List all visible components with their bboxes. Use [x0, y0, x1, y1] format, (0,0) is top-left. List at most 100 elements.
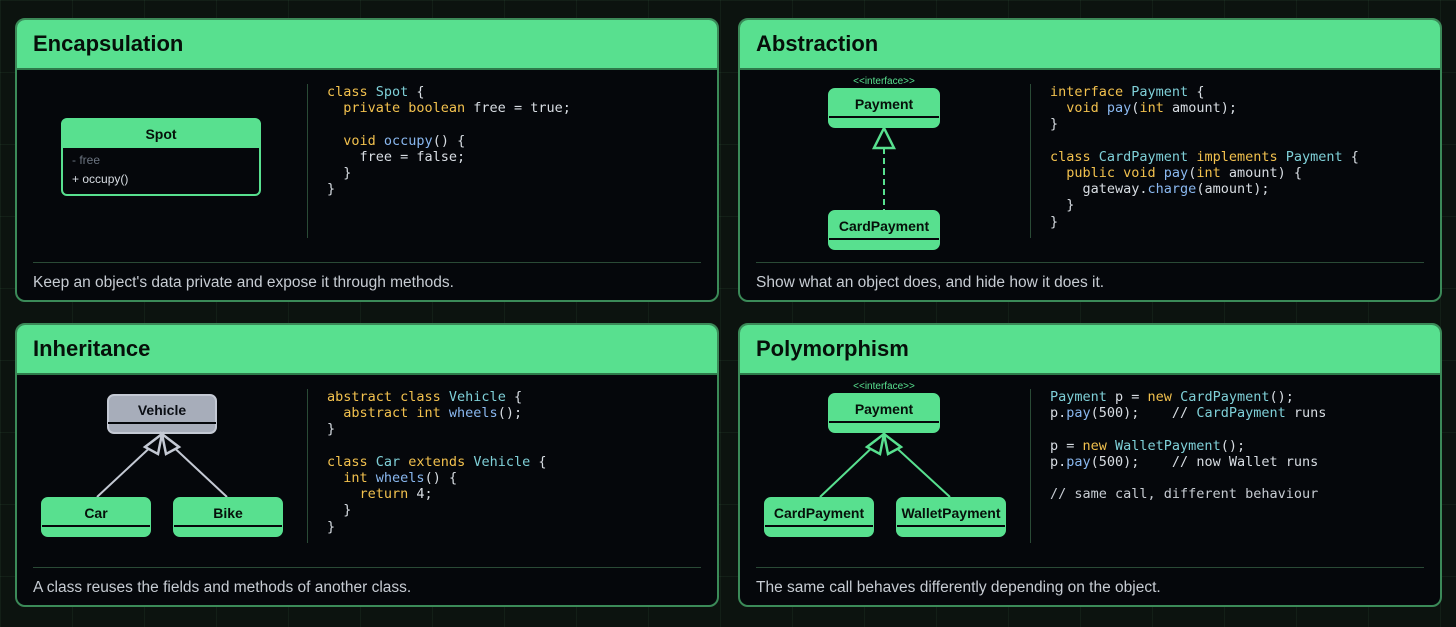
polymorphism-card: Polymorphism <<interface>> Payment CardP…	[738, 323, 1442, 607]
code-line: // same call, different behaviour	[1050, 486, 1326, 502]
code-token: Vehicle	[473, 453, 531, 470]
card-description: The same call behaves differently depend…	[756, 579, 1161, 596]
child-right-label: Bike	[213, 505, 243, 521]
code-block: interface Payment { void pay(int amount)…	[1050, 84, 1359, 230]
implementation-label: CardPayment	[839, 218, 930, 234]
code-token: amount) {	[1220, 165, 1302, 182]
interface-box-payment: Payment	[828, 88, 940, 128]
code-token: {	[408, 84, 425, 100]
abstraction-diagram: <<interface>> Payment CardPayment	[828, 76, 940, 250]
interface-box-payment: Payment	[828, 393, 940, 433]
code-line: }	[327, 502, 547, 518]
code-token: Spot	[375, 84, 409, 100]
code-token: implements	[1196, 148, 1286, 165]
code-token: abstract class	[327, 389, 449, 405]
code-token: private boolean	[327, 100, 466, 117]
code-token: public void	[1050, 165, 1164, 182]
code-token: () {	[424, 470, 458, 487]
class-box-bike: Bike	[173, 497, 283, 537]
code-token: charge	[1147, 181, 1197, 198]
code-line: int wheels() {	[327, 470, 547, 486]
code-token: abstract int	[327, 405, 449, 422]
code-token: Payment	[1050, 389, 1107, 405]
encapsulation-diagram: Spot - free + occupy()	[61, 118, 261, 196]
vertical-divider	[1030, 84, 1031, 238]
card-title: Inheritance	[33, 336, 151, 361]
code-token: pay	[1106, 100, 1132, 117]
code-line: public void pay(int amount) {	[1050, 165, 1359, 181]
card-header: Polymorphism	[740, 325, 1440, 375]
code-token: (amount);	[1196, 181, 1270, 198]
code-token: pay	[1066, 453, 1091, 470]
code-token: {	[1188, 84, 1205, 100]
public-method-label: + occupy()	[72, 172, 128, 186]
class-box-walletpayment: WalletPayment	[896, 497, 1006, 537]
code-token: int	[327, 470, 376, 487]
interface-label: Payment	[855, 401, 914, 417]
code-line: p.pay(500); // now Wallet runs	[1050, 454, 1326, 470]
code-line: }	[1050, 116, 1359, 132]
code-token: CardPayment	[1098, 148, 1197, 165]
card-title: Encapsulation	[33, 31, 184, 56]
code-token: ();	[1220, 437, 1246, 454]
code-line: }	[327, 181, 571, 197]
code-line: class CardPayment implements Payment {	[1050, 149, 1359, 165]
code-token: gateway.	[1050, 181, 1148, 198]
code-token: pay	[1066, 405, 1091, 422]
code-line: void pay(int amount);	[1050, 100, 1359, 116]
class-box-spot: Spot - free + occupy()	[61, 118, 261, 196]
child-left-label: Car	[84, 505, 108, 521]
horizontal-divider	[33, 262, 701, 263]
code-line: void occupy() {	[327, 133, 571, 149]
code-token: extends	[408, 453, 474, 470]
encapsulation-card: Encapsulation Spot - free + occupy() cla…	[15, 18, 719, 302]
code-token: wheels	[448, 405, 498, 422]
parent-label: Vehicle	[138, 402, 186, 418]
code-line: private boolean free = true;	[327, 100, 571, 116]
code-token: interface	[1050, 84, 1132, 100]
code-token: }	[327, 518, 336, 535]
code-token: amount);	[1163, 100, 1237, 117]
code-token: }	[1050, 213, 1059, 230]
code-block: class Spot { private boolean free = true…	[327, 84, 571, 197]
card-description: A class reuses the fields and methods of…	[33, 579, 412, 596]
card-title: Polymorphism	[756, 336, 909, 361]
polymorphism-diagram: <<interface>> Payment CardPayment Wallet…	[764, 381, 1006, 537]
code-line: p = new WalletPayment();	[1050, 438, 1326, 454]
class-name-label: Spot	[145, 126, 176, 142]
code-token: Payment	[1285, 148, 1343, 165]
horizontal-divider	[756, 567, 1424, 568]
code-token: return	[327, 486, 417, 503]
code-token: p.	[1050, 405, 1067, 422]
class-box-cardpayment: CardPayment	[828, 210, 940, 250]
code-token: void	[327, 132, 384, 149]
vertical-divider	[307, 389, 308, 543]
code-token: WalletPayment	[1115, 437, 1221, 454]
code-token: }	[327, 502, 352, 519]
realization-arrowhead	[871, 125, 897, 150]
horizontal-divider	[756, 262, 1424, 263]
stereotype-label: <<interface>>	[853, 381, 915, 392]
code-token: 4;	[416, 486, 433, 503]
code-token: new	[1147, 389, 1181, 405]
code-line: class Spot {	[327, 84, 571, 100]
code-token: }	[327, 165, 352, 182]
code-token: free = false;	[327, 148, 466, 165]
code-line: }	[1050, 214, 1359, 230]
class-box-vehicle: Vehicle	[107, 394, 217, 434]
code-block: abstract class Vehicle { abstract int wh…	[327, 389, 547, 535]
code-token: void	[1050, 100, 1107, 117]
code-line: return 4;	[327, 486, 547, 502]
code-line: free = false;	[327, 149, 571, 165]
code-token: int	[1196, 165, 1221, 182]
code-token: runs	[1285, 405, 1327, 422]
code-block: Payment p = new CardPayment(); p.pay(500)…	[1050, 389, 1326, 502]
code-token: class	[1050, 148, 1099, 165]
code-token: CardPayment	[1196, 405, 1286, 422]
code-token: Payment	[1131, 84, 1189, 100]
vertical-divider	[1030, 389, 1031, 543]
